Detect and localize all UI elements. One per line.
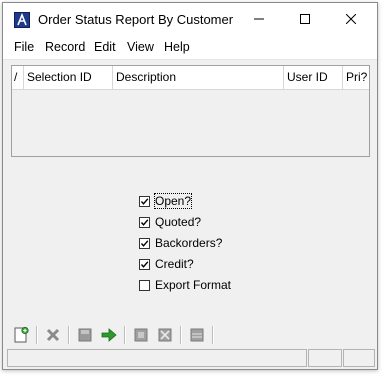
status-panel-3 <box>343 349 375 367</box>
clear-button[interactable] <box>155 325 175 345</box>
export-format-label: Export Format <box>155 278 232 292</box>
menu-view[interactable]: View <box>127 40 154 54</box>
save-button[interactable] <box>75 325 95 345</box>
credit-checkbox[interactable] <box>139 258 150 270</box>
minimize-button[interactable] <box>236 3 282 35</box>
menu-record[interactable]: Record <box>45 40 85 54</box>
menu-bar: File Record Edit View Help <box>3 35 377 60</box>
list-icon <box>190 328 204 342</box>
save-icon <box>78 328 92 342</box>
delete-icon <box>46 328 60 342</box>
open-checkbox[interactable] <box>139 195 150 207</box>
checkmark-icon <box>140 218 149 226</box>
selection-grid[interactable]: / Selection ID Description User ID Pri? <box>11 65 370 157</box>
backorders-label: Backorders? <box>155 236 223 250</box>
run-button[interactable] <box>99 325 119 345</box>
copy-icon <box>134 328 148 342</box>
option-open[interactable]: Open? <box>139 193 193 209</box>
report-window: Order Status Report By Customer File Rec… <box>2 2 378 370</box>
checkmark-icon <box>140 197 149 205</box>
option-quoted[interactable]: Quoted? <box>139 214 201 230</box>
copy-button[interactable] <box>131 325 151 345</box>
option-export-format[interactable]: Export Format <box>139 277 231 293</box>
toolbar-separator <box>36 326 38 344</box>
option-credit[interactable]: Credit? <box>139 256 194 272</box>
toolbar-separator <box>124 326 126 344</box>
sort-indicator[interactable]: / <box>12 66 24 89</box>
checkmark-icon <box>140 260 149 268</box>
title-bar[interactable]: Order Status Report By Customer <box>3 3 377 35</box>
backorders-checkbox[interactable] <box>139 237 150 249</box>
toolbar-separator <box>212 326 214 344</box>
credit-label: Credit? <box>155 257 194 271</box>
column-header-description[interactable]: Description <box>113 66 284 89</box>
list-button[interactable] <box>187 325 207 345</box>
menu-help[interactable]: Help <box>164 40 190 54</box>
close-button[interactable] <box>328 3 374 35</box>
column-header-selection-id[interactable]: Selection ID <box>24 66 113 89</box>
menu-file[interactable]: File <box>14 40 34 54</box>
open-label: Open? <box>153 193 193 209</box>
checkmark-icon <box>140 239 149 247</box>
status-panel-main <box>7 349 307 367</box>
toolbar-separator <box>180 326 182 344</box>
maximize-button[interactable] <box>282 3 328 35</box>
new-record-button[interactable] <box>11 325 31 345</box>
menu-edit[interactable]: Edit <box>94 40 116 54</box>
abs-logo-icon[interactable] <box>14 12 30 28</box>
delete-button[interactable] <box>43 325 63 345</box>
quoted-label: Quoted? <box>155 215 202 229</box>
column-header-user-id[interactable]: User ID <box>284 66 343 89</box>
option-backorders[interactable]: Backorders? <box>139 235 222 251</box>
minimize-icon <box>254 18 264 20</box>
new-record-icon <box>14 326 29 343</box>
clear-icon <box>158 328 172 342</box>
column-header-priority[interactable]: Pri? <box>343 66 369 89</box>
toolbar-separator <box>68 326 70 344</box>
window-title: Order Status Report By Customer <box>38 12 234 27</box>
export-format-checkbox[interactable] <box>139 279 150 291</box>
maximize-icon <box>300 14 310 24</box>
quoted-checkbox[interactable] <box>139 216 150 228</box>
grid-header: / Selection ID Description User ID Pri? <box>12 66 369 90</box>
status-bar <box>3 347 377 369</box>
status-panel-2 <box>308 349 342 367</box>
close-icon <box>346 14 356 24</box>
run-arrow-icon <box>101 328 117 342</box>
toolbar <box>3 323 377 347</box>
